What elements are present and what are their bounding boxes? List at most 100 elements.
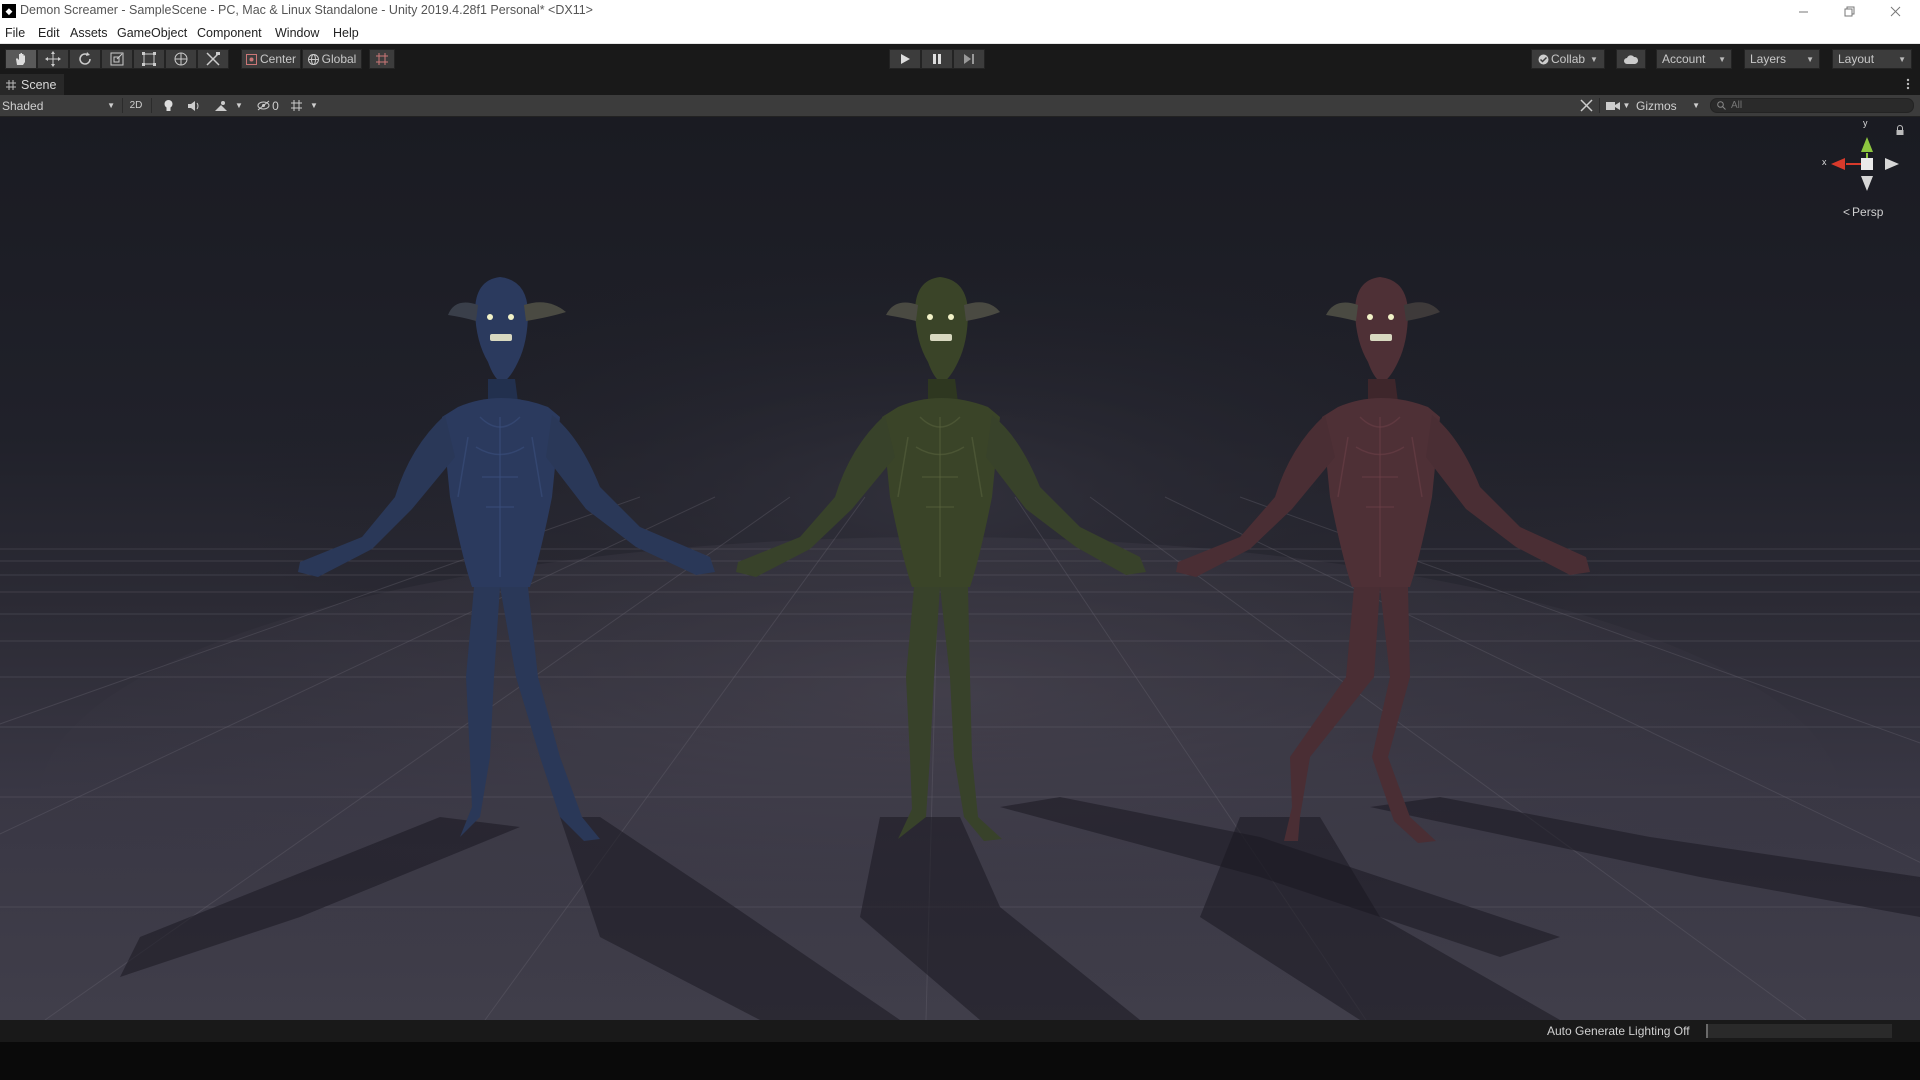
pivot-label: Center (259, 52, 297, 66)
chevron-down-icon: ▼ (1590, 54, 1598, 64)
chevron-down-icon: ▼ (1898, 54, 1906, 64)
close-button[interactable] (1872, 0, 1918, 23)
scene-view-controls: Shaded ▼ 2D ▼ 0 ▼ ▼ Gizmos ▼ All (0, 95, 1920, 117)
menu-bar: File Edit Assets GameObject Component Wi… (0, 23, 1920, 44)
unity-logo-icon: ◆ (2, 4, 16, 18)
move-icon (45, 51, 61, 67)
layout-dropdown[interactable]: Layout ▼ (1832, 49, 1912, 69)
play-icon (899, 53, 911, 65)
main-toolbar: Center Global Collab ▼ Account ▼ Layers … (0, 44, 1920, 74)
account-label: Account (1662, 52, 1706, 66)
divider (151, 98, 152, 113)
tools-icon (1579, 99, 1593, 112)
step-icon (963, 53, 975, 65)
camera-settings-dropdown[interactable]: ▼ (1603, 96, 1633, 115)
lightbulb-icon (163, 99, 174, 112)
eye-slash-icon (257, 100, 270, 111)
layers-dropdown[interactable]: Layers ▼ (1744, 49, 1820, 69)
account-dropdown[interactable]: Account ▼ (1656, 49, 1732, 69)
grid-snap-icon (375, 52, 389, 66)
chevron-down-icon: ▼ (310, 101, 318, 110)
menu-gameobject[interactable]: GameObject (117, 26, 187, 40)
rotate-icon (77, 51, 93, 67)
window-title: Demon Screamer - SampleScene - PC, Mac &… (20, 3, 593, 17)
draw-mode-label: Shaded (2, 98, 44, 113)
scale-tool-button[interactable] (101, 49, 133, 69)
transform-tool-button[interactable] (165, 49, 197, 69)
chevron-down-icon: ▼ (235, 101, 243, 110)
scene-tab-bar: Scene (0, 74, 1920, 95)
pivot-toggle-button[interactable]: Center (241, 49, 301, 69)
rect-transform-icon (141, 51, 157, 67)
custom-tool-button[interactable] (197, 49, 229, 69)
play-button[interactable] (889, 49, 921, 69)
scene-tab-label: Scene (21, 77, 57, 92)
grid-snap-button[interactable] (369, 49, 395, 69)
minimize-icon (1798, 6, 1809, 17)
close-icon (1890, 6, 1901, 17)
cloud-button[interactable] (1616, 49, 1646, 69)
hand-tool-button[interactable] (5, 49, 37, 69)
scale-icon (109, 51, 125, 67)
collab-dropdown[interactable]: Collab ▼ (1531, 49, 1605, 69)
collab-label: Collab (1551, 52, 1586, 66)
layout-label: Layout (1838, 52, 1875, 66)
projection-toggle[interactable]: < Persp (1843, 205, 1883, 219)
effects-toggle-button[interactable] (210, 96, 232, 115)
chevron-down-icon: ▼ (1806, 54, 1814, 64)
pivot-icon (245, 53, 257, 65)
chevron-down-icon: ▼ (107, 101, 115, 110)
menu-component[interactable]: Component (197, 26, 262, 40)
chevron-down-icon: ▼ (1692, 101, 1700, 110)
perspective-icon: < (1843, 205, 1851, 219)
gizmo-y-label: y (1863, 118, 1868, 128)
menu-file[interactable]: File (5, 26, 25, 40)
lighting-status: Auto Generate Lighting Off (1547, 1024, 1690, 1038)
tab-options-button[interactable] (1900, 76, 1916, 92)
menu-assets[interactable]: Assets (70, 26, 108, 40)
draw-mode-dropdown[interactable]: Shaded ▼ (0, 96, 119, 115)
gizmo-x-label: x (1822, 157, 1827, 167)
minimize-button[interactable] (1780, 0, 1826, 23)
tab-scene[interactable]: Scene (0, 74, 65, 95)
2d-toggle-button[interactable]: 2D (126, 96, 146, 115)
gizmos-dropdown[interactable]: Gizmos ▼ (1636, 96, 1702, 115)
bottom-area (0, 1042, 1920, 1080)
effects-icon (214, 100, 228, 112)
menu-help[interactable]: Help (333, 26, 359, 40)
lighting-toggle-button[interactable] (158, 96, 178, 115)
chevron-down-icon: ▼ (1622, 101, 1631, 110)
divider (1599, 98, 1600, 113)
search-icon (1717, 101, 1726, 110)
move-tool-button[interactable] (37, 49, 69, 69)
space-toggle-button[interactable]: Global (302, 49, 362, 69)
hidden-objects-toggle[interactable]: 0 (254, 96, 282, 115)
divider (122, 98, 123, 113)
2d-label: 2D (129, 100, 143, 111)
scene-grid-icon (6, 79, 16, 90)
grid-icon (290, 99, 303, 112)
progress-bar (1706, 1024, 1892, 1038)
grid-toggle-button[interactable] (287, 96, 305, 115)
audio-toggle-button[interactable] (183, 96, 203, 115)
restore-icon (1844, 6, 1855, 17)
grid-dropdown[interactable]: ▼ (308, 96, 320, 115)
gizmos-label: Gizmos (1636, 98, 1677, 113)
pause-icon (931, 53, 943, 65)
checkmark-circle-icon (1538, 54, 1549, 65)
scene-tools-button[interactable] (1576, 96, 1596, 115)
camera-icon (1605, 101, 1620, 111)
projection-label: Persp (1852, 205, 1884, 219)
status-bar: Auto Generate Lighting Off (0, 1020, 1920, 1042)
cloud-icon (1623, 53, 1639, 65)
rotate-tool-button[interactable] (69, 49, 101, 69)
effects-dropdown[interactable]: ▼ (233, 96, 245, 115)
scene-search-field[interactable]: All (1710, 98, 1914, 113)
menu-edit[interactable]: Edit (38, 26, 60, 40)
menu-window[interactable]: Window (275, 26, 319, 40)
rect-tool-button[interactable] (133, 49, 165, 69)
restore-button[interactable] (1826, 0, 1872, 23)
scene-viewport[interactable]: y x < Persp (0, 117, 1920, 1020)
step-button[interactable] (953, 49, 985, 69)
pause-button[interactable] (921, 49, 953, 69)
